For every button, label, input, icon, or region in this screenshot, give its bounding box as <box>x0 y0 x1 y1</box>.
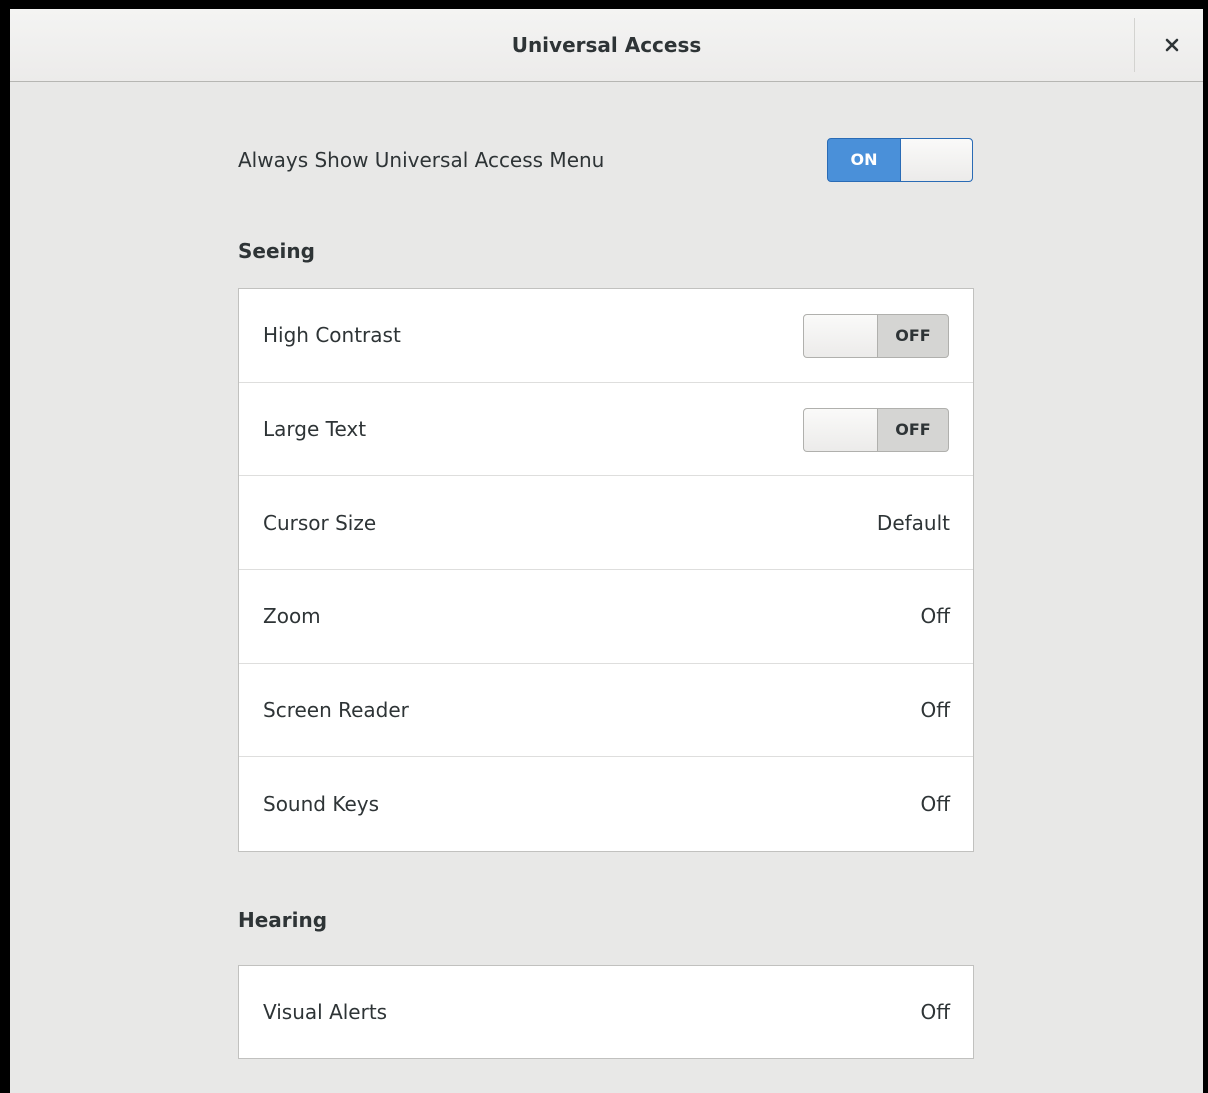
always-show-menu-row: Always Show Universal Access Menu ON <box>238 137 974 183</box>
row-label: Zoom <box>263 604 321 629</box>
row-value: Off <box>920 604 950 629</box>
row-label: Cursor Size <box>263 510 377 535</box>
seeing-row-screen-reader[interactable]: Screen Reader Off <box>239 664 973 758</box>
row-value: Off <box>920 1000 950 1024</box>
close-button[interactable] <box>1153 26 1191 64</box>
row-label: Sound Keys <box>263 792 380 817</box>
switch-knob <box>900 139 972 181</box>
high-contrast-switch[interactable]: OFF <box>803 314 949 358</box>
row-label: Large Text <box>263 416 367 441</box>
row-value: Off <box>920 697 950 722</box>
seeing-row-large-text[interactable]: Large Text OFF <box>239 383 973 477</box>
hearing-list: Visual Alerts Off <box>238 965 974 1059</box>
switch-state-label: OFF <box>895 419 931 439</box>
large-text-switch[interactable]: OFF <box>803 407 949 452</box>
seeing-row-zoom[interactable]: Zoom Off <box>239 570 973 664</box>
switch-knob <box>804 408 878 451</box>
always-show-menu-label: Always Show Universal Access Menu <box>238 148 605 172</box>
row-label: Screen Reader <box>263 697 409 722</box>
hearing-row-visual-alerts[interactable]: Visual Alerts Off <box>239 966 973 1058</box>
universal-access-window: Universal Access Always Show Universal A… <box>10 9 1203 1093</box>
header-bar: Universal Access <box>10 9 1203 82</box>
row-value: Default <box>876 510 950 535</box>
seeing-heading: Seeing <box>238 239 315 263</box>
switch-state-label: ON <box>850 150 878 169</box>
hearing-heading: Hearing <box>238 908 328 932</box>
seeing-list: High Contrast OFF Large Text OFF Cursor … <box>238 288 974 852</box>
switch-state-label: OFF <box>895 326 931 345</box>
row-value: Off <box>920 792 950 817</box>
window-title: Universal Access <box>511 33 702 57</box>
row-label: High Contrast <box>263 323 401 348</box>
seeing-row-sound-keys[interactable]: Sound Keys Off <box>239 757 973 851</box>
row-label: Visual Alerts <box>263 1000 388 1024</box>
seeing-row-cursor-size[interactable]: Cursor Size Default <box>239 476 973 570</box>
settings-content: Always Show Universal Access Menu ON See… <box>10 82 1203 1093</box>
header-separator <box>1134 18 1135 72</box>
switch-knob <box>804 315 878 357</box>
close-icon <box>1165 38 1179 52</box>
always-show-menu-switch[interactable]: ON <box>827 138 973 182</box>
seeing-row-high-contrast[interactable]: High Contrast OFF <box>239 289 973 383</box>
